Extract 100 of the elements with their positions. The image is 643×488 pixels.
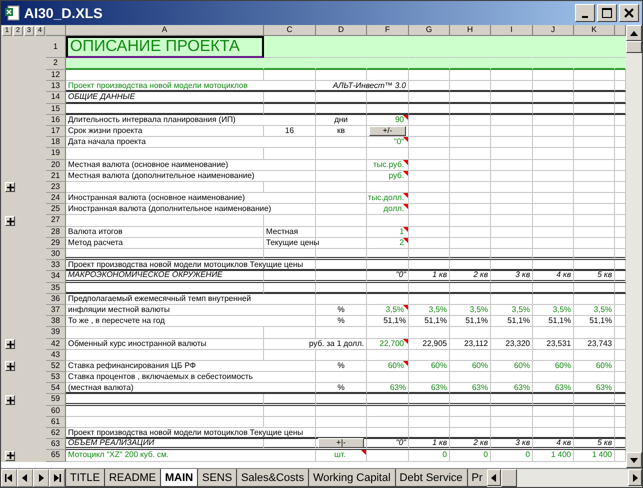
column-header[interactable] [615,25,626,36]
column-header[interactable]: I [491,25,533,36]
scroll-left-button[interactable] [486,469,501,486]
row-header[interactable]: 59 [46,394,66,406]
column-header[interactable]: K [574,25,615,36]
table-cell [450,238,491,249]
first-sheet-button[interactable] [1,469,17,487]
row-header[interactable]: 21 [46,170,66,182]
close-icon [624,8,634,18]
expand-group-button[interactable] [5,395,15,406]
row-header[interactable]: 14 [46,92,66,104]
next-sheet-button[interactable] [33,469,49,487]
cell-value: 1 400 [592,450,612,460]
toggle-button[interactable]: +|- [318,438,364,448]
expand-group-button[interactable] [5,361,15,372]
row-header[interactable]: 62 [46,428,66,440]
sheet-tab[interactable]: SENS [197,469,236,487]
sheet-tab[interactable]: Sales&Costs [236,469,308,487]
horizontal-scrollbar[interactable] [486,469,642,487]
maximize-button[interactable] [597,4,617,22]
row-header[interactable]: 63 [46,439,66,450]
row-header[interactable]: 2 [46,58,66,70]
sheet-tab[interactable]: Pr [466,469,487,487]
sheet-tab[interactable]: MAIN [160,469,198,487]
cell-value: 3,5% [470,305,488,316]
row-header[interactable]: 24 [46,193,66,204]
expand-group-button[interactable] [5,216,15,226]
row-header[interactable]: 35 [46,282,66,294]
scroll-up-button[interactable] [626,25,642,41]
row-header[interactable]: 60 [46,406,66,417]
row-header[interactable]: 17 [46,126,66,138]
sheet-tab[interactable]: README [104,469,160,487]
row-label: Предполагаемый ежемесячный темп внутренней [68,294,251,304]
cell-value: 63% [390,382,406,393]
close-button[interactable] [619,4,639,22]
unit-label: кв [337,126,345,136]
sheet-tab[interactable]: TITLE [65,469,104,487]
sheet-tab[interactable]: Debt Service [394,469,467,487]
row-header[interactable]: 53 [46,372,66,384]
minimize-button[interactable] [575,4,595,22]
row-header[interactable]: 13 [46,81,66,92]
table-cell [409,182,450,194]
scroll-thumb[interactable] [500,469,517,487]
row-header[interactable]: 39 [46,327,66,338]
table-cell [574,81,615,92]
column-header[interactable]: H [450,25,491,36]
row-header[interactable]: 36 [46,294,66,305]
row-header[interactable]: 33 [46,260,66,272]
row-header[interactable]: 27 [46,215,66,227]
column-header[interactable]: G [409,25,450,36]
table-cell [409,406,450,417]
toggle-button[interactable]: +/- [369,126,406,136]
table-cell [574,416,615,428]
row-header[interactable]: 23 [46,182,66,194]
column-header[interactable]: F [367,25,409,36]
vertical-scrollbar[interactable] [626,25,642,468]
table-cell [574,148,615,160]
row-header[interactable]: 37 [46,304,66,316]
sheet-tab[interactable]: Working Capital [308,469,395,487]
row-header[interactable]: 16 [46,114,66,126]
scroll-thumb[interactable] [626,41,642,53]
row-header[interactable]: 29 [46,238,66,249]
expand-group-button[interactable] [5,450,15,461]
row-header[interactable]: 18 [46,137,66,148]
row-label: Местная валюта (дополнительное наименование) [68,170,254,181]
column-header[interactable]: D [316,25,367,36]
row-header[interactable]: 15 [46,104,66,115]
row-header[interactable]: 52 [46,360,66,372]
row-header[interactable]: 43 [46,350,66,361]
row-header[interactable]: 20 [46,160,66,171]
table-cell [574,226,615,238]
row-header[interactable]: 65 [46,450,66,462]
cell-value: 63% [514,382,530,393]
scroll-right-button[interactable] [628,469,642,486]
expand-group-button[interactable] [5,339,15,350]
expand-group-button[interactable] [5,182,15,192]
last-sheet-button[interactable] [49,469,65,487]
column-header[interactable]: A [66,25,264,36]
row-header[interactable]: 54 [46,383,66,394]
row-header[interactable]: 34 [46,271,66,283]
row-header[interactable]: 28 [46,226,66,238]
table-cell [409,104,450,115]
row-header[interactable]: 61 [46,416,66,428]
column-header[interactable]: J [533,25,574,36]
row-header[interactable]: 25 [46,204,66,216]
scroll-down-button[interactable] [626,452,642,468]
row-header[interactable]: 38 [46,316,66,328]
table-cell [367,406,409,417]
table-cell [316,148,367,160]
row-header[interactable]: 1 [46,36,66,58]
table-cell [450,92,491,104]
column-header[interactable]: C [264,25,316,36]
row-header[interactable]: 19 [46,148,66,160]
select-all-button[interactable] [46,25,66,36]
row-header[interactable]: 12 [46,70,66,82]
row-header[interactable]: 30 [46,249,66,260]
previous-sheet-button[interactable] [17,469,33,487]
table-cell [533,126,574,138]
row-header[interactable]: 42 [46,338,66,350]
cell-value: 0 [526,450,530,460]
